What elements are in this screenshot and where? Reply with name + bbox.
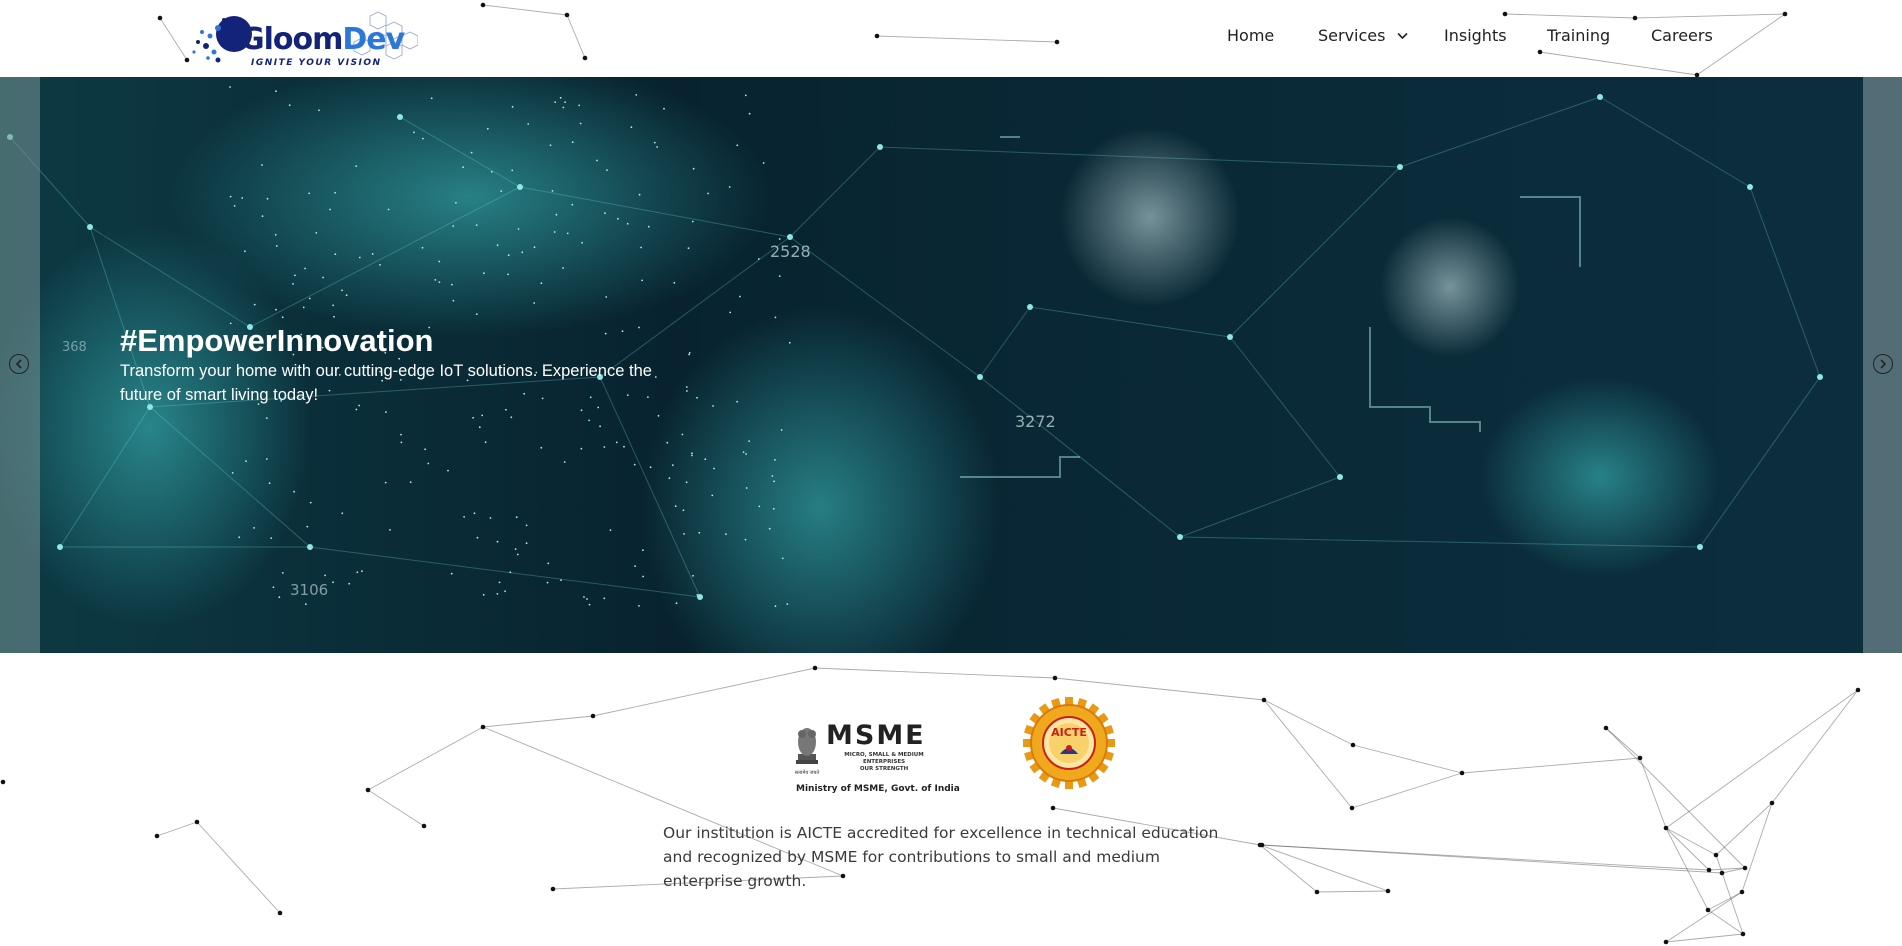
hero-bg-number: 368 xyxy=(62,340,87,355)
carousel-next-button[interactable] xyxy=(1873,354,1893,374)
msme-caption: Ministry of MSME, Govt. of India xyxy=(796,784,960,794)
brand-logo[interactable]: GloomDev IGNITE YOUR VISION xyxy=(188,8,418,74)
msme-subtext: MICRO, SMALL & MEDIUM ENTERPRISES OUR ST… xyxy=(844,752,924,772)
msme-wordmark: MSME xyxy=(826,720,926,751)
hero-title: #EmpowerInnovation xyxy=(120,323,434,358)
hero-bg-number: 3106 xyxy=(290,581,328,599)
nav-insights[interactable]: Insights xyxy=(1444,26,1507,45)
aicte-logo: AICTE xyxy=(1023,697,1115,789)
site-header: GloomDev IGNITE YOUR VISION Home Service… xyxy=(0,0,1902,77)
aicte-label: AICTE xyxy=(1051,726,1087,739)
accreditation-section: सत्यमेव जयते MSME MICRO, SMALL & MEDIUM … xyxy=(0,680,1902,800)
nav-services-label: Services xyxy=(1318,26,1386,45)
msme-logo: सत्यमेव जयते MSME MICRO, SMALL & MEDIUM … xyxy=(792,720,960,794)
hero-bg-number: 3272 xyxy=(1015,412,1056,431)
carousel-prev-button[interactable] xyxy=(9,354,29,374)
logo-tagline: IGNITE YOUR VISION xyxy=(251,58,382,68)
hero-subtitle: Transform your home with our cutting-edg… xyxy=(120,362,652,404)
nav-home[interactable]: Home xyxy=(1227,26,1274,45)
hero-bg-number: 2528 xyxy=(770,242,811,261)
svg-text:सत्यमेव जयते: सत्यमेव जयते xyxy=(795,769,820,776)
chevron-left-icon xyxy=(15,359,22,369)
hero-carousel: 2528 3272 3106 368 #EmpowerInnovation Tr… xyxy=(0,77,1902,653)
nav-training[interactable]: Training xyxy=(1547,26,1610,45)
chevron-right-icon xyxy=(1880,359,1887,369)
accreditation-description: Our institution is AICTE accredited for … xyxy=(663,824,1219,890)
nav-careers[interactable]: Careers xyxy=(1651,26,1713,45)
national-emblem-icon: सत्यमेव जयते xyxy=(795,728,820,776)
nav-services[interactable]: Services xyxy=(1318,26,1408,45)
chevron-down-icon xyxy=(1396,32,1408,40)
logo-wordmark: GloomDev xyxy=(240,22,405,57)
